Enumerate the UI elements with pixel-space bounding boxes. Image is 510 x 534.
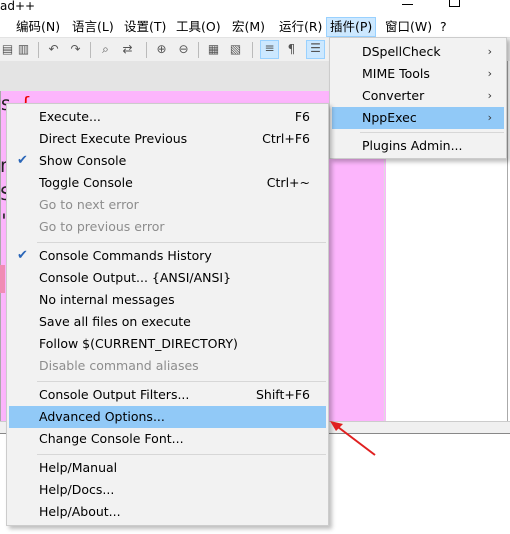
- menu-separator: [37, 454, 326, 455]
- toolbar-separator: [146, 42, 147, 58]
- menu-item-change-console-font[interactable]: Change Console Font...: [9, 428, 326, 450]
- menu-bar: 编码(N) 语言(L) 设置(T) 工具(O) 宏(M) 运行(R) 插件(P)…: [0, 17, 510, 37]
- menu-item-go-to-next-error: Go to next error: [39, 197, 139, 212]
- sync-vertical-icon[interactable]: ▦: [206, 42, 221, 57]
- replace-icon[interactable]: ⇄: [120, 42, 135, 57]
- window-title: ad++: [0, 0, 36, 13]
- menu-separator: [37, 242, 326, 243]
- plugins-menu-item-plugins-admin[interactable]: Plugins Admin...: [332, 135, 504, 157]
- word-wrap-icon[interactable]: ≡: [260, 40, 279, 59]
- minimize-button[interactable]: [402, 0, 414, 8]
- plugins-menu: DSpellCheck › MIME Tools › Converter › N…: [329, 37, 507, 159]
- menu-settings[interactable]: 设置(T): [124, 17, 166, 37]
- menu-item-execute[interactable]: Execute... F6: [9, 106, 326, 128]
- arrow-shaft: [333, 423, 376, 456]
- chevron-right-icon: ›: [487, 45, 492, 58]
- toolbar-separator: [198, 42, 199, 58]
- toolbar-separator: [90, 42, 91, 58]
- paste-icon[interactable]: ▥: [16, 42, 31, 57]
- plugins-menu-item-mime-tools[interactable]: MIME Tools ›: [332, 63, 504, 85]
- checkmark-icon: ✔: [17, 248, 28, 263]
- undo-icon[interactable]: ↶: [46, 42, 61, 57]
- checkmark-icon: ✔: [17, 153, 28, 168]
- menu-item-help-manual[interactable]: Help/Manual: [9, 457, 326, 479]
- copy-icon[interactable]: ▤: [0, 42, 15, 57]
- menu-plugins[interactable]: 插件(P): [326, 17, 377, 37]
- plugins-menu-item-dspellcheck[interactable]: DSpellCheck ›: [332, 41, 504, 63]
- menu-window[interactable]: 窗口(W): [385, 17, 432, 37]
- title-bar: ad++: [0, 0, 510, 17]
- menu-item-no-internal-messages[interactable]: No internal messages: [9, 289, 326, 311]
- menu-run[interactable]: 运行(R): [279, 17, 322, 37]
- menu-help[interactable]: ?: [440, 17, 447, 37]
- show-all-characters-icon[interactable]: ¶: [284, 42, 299, 57]
- menu-item-save-all-files-on-execute[interactable]: Save all files on execute: [9, 311, 326, 333]
- chevron-right-icon: ›: [487, 89, 492, 102]
- menu-item-direct-execute-previous[interactable]: Direct Execute Previous Ctrl+F6: [9, 128, 326, 150]
- menu-item-console-output-encoding[interactable]: Console Output... {ANSI/ANSI}: [9, 267, 326, 289]
- menu-item-show-console[interactable]: ✔ Show Console: [9, 150, 326, 172]
- annotation-arrow-icon: [330, 421, 376, 456]
- zoom-in-icon[interactable]: ⊕: [154, 42, 169, 57]
- menu-separator: [37, 381, 326, 382]
- panel-divider: [507, 61, 508, 431]
- sync-horizontal-icon[interactable]: ▧: [228, 42, 243, 57]
- chevron-right-icon: ›: [487, 111, 492, 124]
- menu-item-go-to-previous-error: Go to previous error: [39, 219, 165, 234]
- plugins-menu-item-nppexec[interactable]: NppExec ›: [332, 107, 504, 129]
- menu-language[interactable]: 语言(L): [72, 17, 114, 37]
- find-icon[interactable]: ⌕: [98, 42, 113, 57]
- menu-separator: [360, 132, 504, 133]
- menu-item-follow-current-directory[interactable]: Follow $(CURRENT_DIRECTORY): [9, 333, 326, 355]
- menu-item-help-about[interactable]: Help/About...: [9, 501, 326, 523]
- marker: [0, 265, 5, 293]
- menu-item-advanced-options[interactable]: Advanced Options...: [9, 406, 326, 428]
- menu-macro[interactable]: 宏(M): [232, 17, 265, 37]
- menu-item-console-commands-history[interactable]: ✔ Console Commands History: [9, 245, 326, 267]
- menu-item-toggle-console[interactable]: Toggle Console Ctrl+~: [9, 172, 326, 194]
- menu-tools[interactable]: 工具(O): [176, 17, 221, 37]
- menu-item-help-docs[interactable]: Help/Docs...: [9, 479, 326, 501]
- toolbar-separator: [38, 42, 39, 58]
- zoom-out-icon[interactable]: ⊖: [176, 42, 191, 57]
- maximize-button[interactable]: [449, 0, 460, 7]
- chevron-right-icon: ›: [487, 67, 492, 80]
- nppexec-menu: Execute... F6 Direct Execute Previous Ct…: [6, 103, 329, 526]
- menu-item-disable-command-aliases: Disable command aliases: [39, 358, 199, 373]
- indent-guide-icon[interactable]: ☰: [306, 40, 325, 59]
- menu-encoding[interactable]: 编码(N): [16, 17, 60, 37]
- tab-bar: [0, 61, 330, 91]
- menu-item-console-output-filters[interactable]: Console Output Filters... Shift+F6: [9, 384, 326, 406]
- plugins-menu-item-converter[interactable]: Converter ›: [332, 85, 504, 107]
- toolbar-separator: [252, 42, 253, 58]
- redo-icon[interactable]: ↷: [68, 42, 83, 57]
